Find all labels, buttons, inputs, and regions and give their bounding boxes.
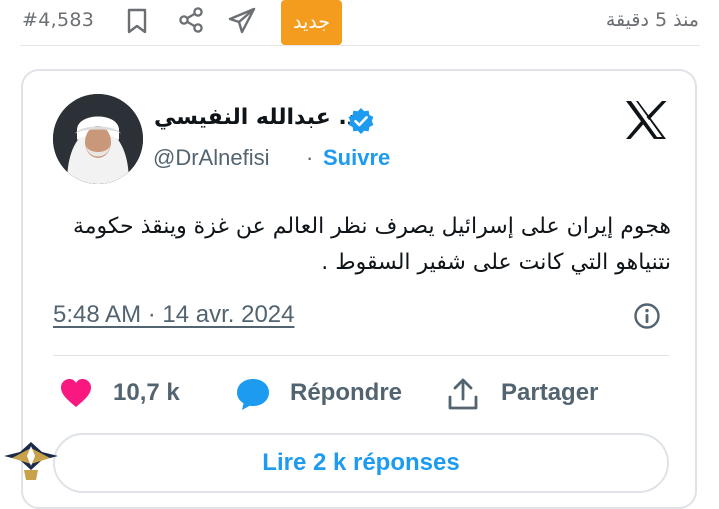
share-button[interactable]: Partager <box>501 379 598 407</box>
info-icon[interactable] <box>633 302 661 330</box>
verified-badge-icon <box>347 107 375 135</box>
share-icon[interactable] <box>178 7 204 33</box>
like-heart-icon[interactable] <box>59 377 93 409</box>
time-ago: منذ 5 دقيقة <box>605 9 699 31</box>
tweet-timestamp[interactable]: 5:48 AM · 14 avr. 2024 <box>53 301 295 329</box>
share-upload-icon[interactable] <box>446 377 480 411</box>
bookmark-icon[interactable] <box>126 8 148 34</box>
x-logo-icon[interactable] <box>624 99 668 141</box>
avatar[interactable] <box>53 94 143 184</box>
author-name[interactable]: د. عبدالله النفيسي <box>154 105 358 130</box>
reply-bubble-icon[interactable] <box>235 377 271 411</box>
author-handle[interactable]: @DrAlnefisi <box>153 145 269 171</box>
post-meta-bar: #4,583 جديد منذ 5 دقيقة <box>0 0 719 46</box>
follow-link[interactable]: Suivre <box>323 145 390 171</box>
reply-button[interactable]: Répondre <box>290 379 402 407</box>
divider <box>20 45 700 46</box>
embedded-tweet-card[interactable]: د. عبدالله النفيسي @DrAlnefisi · Suivre … <box>21 69 697 509</box>
forum-logo <box>2 436 60 486</box>
tweet-text: هجوم إيران على إسرائيل يصرف نظر العالم ع… <box>72 214 671 275</box>
read-replies-button[interactable]: Lire 2 k réponses <box>53 433 669 493</box>
send-icon[interactable] <box>227 7 257 35</box>
new-badge[interactable]: جديد <box>281 0 342 45</box>
separator-dot: · <box>306 145 314 170</box>
like-count[interactable]: 10,7 k <box>113 379 180 407</box>
post-number: #4,583 <box>22 9 95 31</box>
card-divider <box>53 355 669 356</box>
